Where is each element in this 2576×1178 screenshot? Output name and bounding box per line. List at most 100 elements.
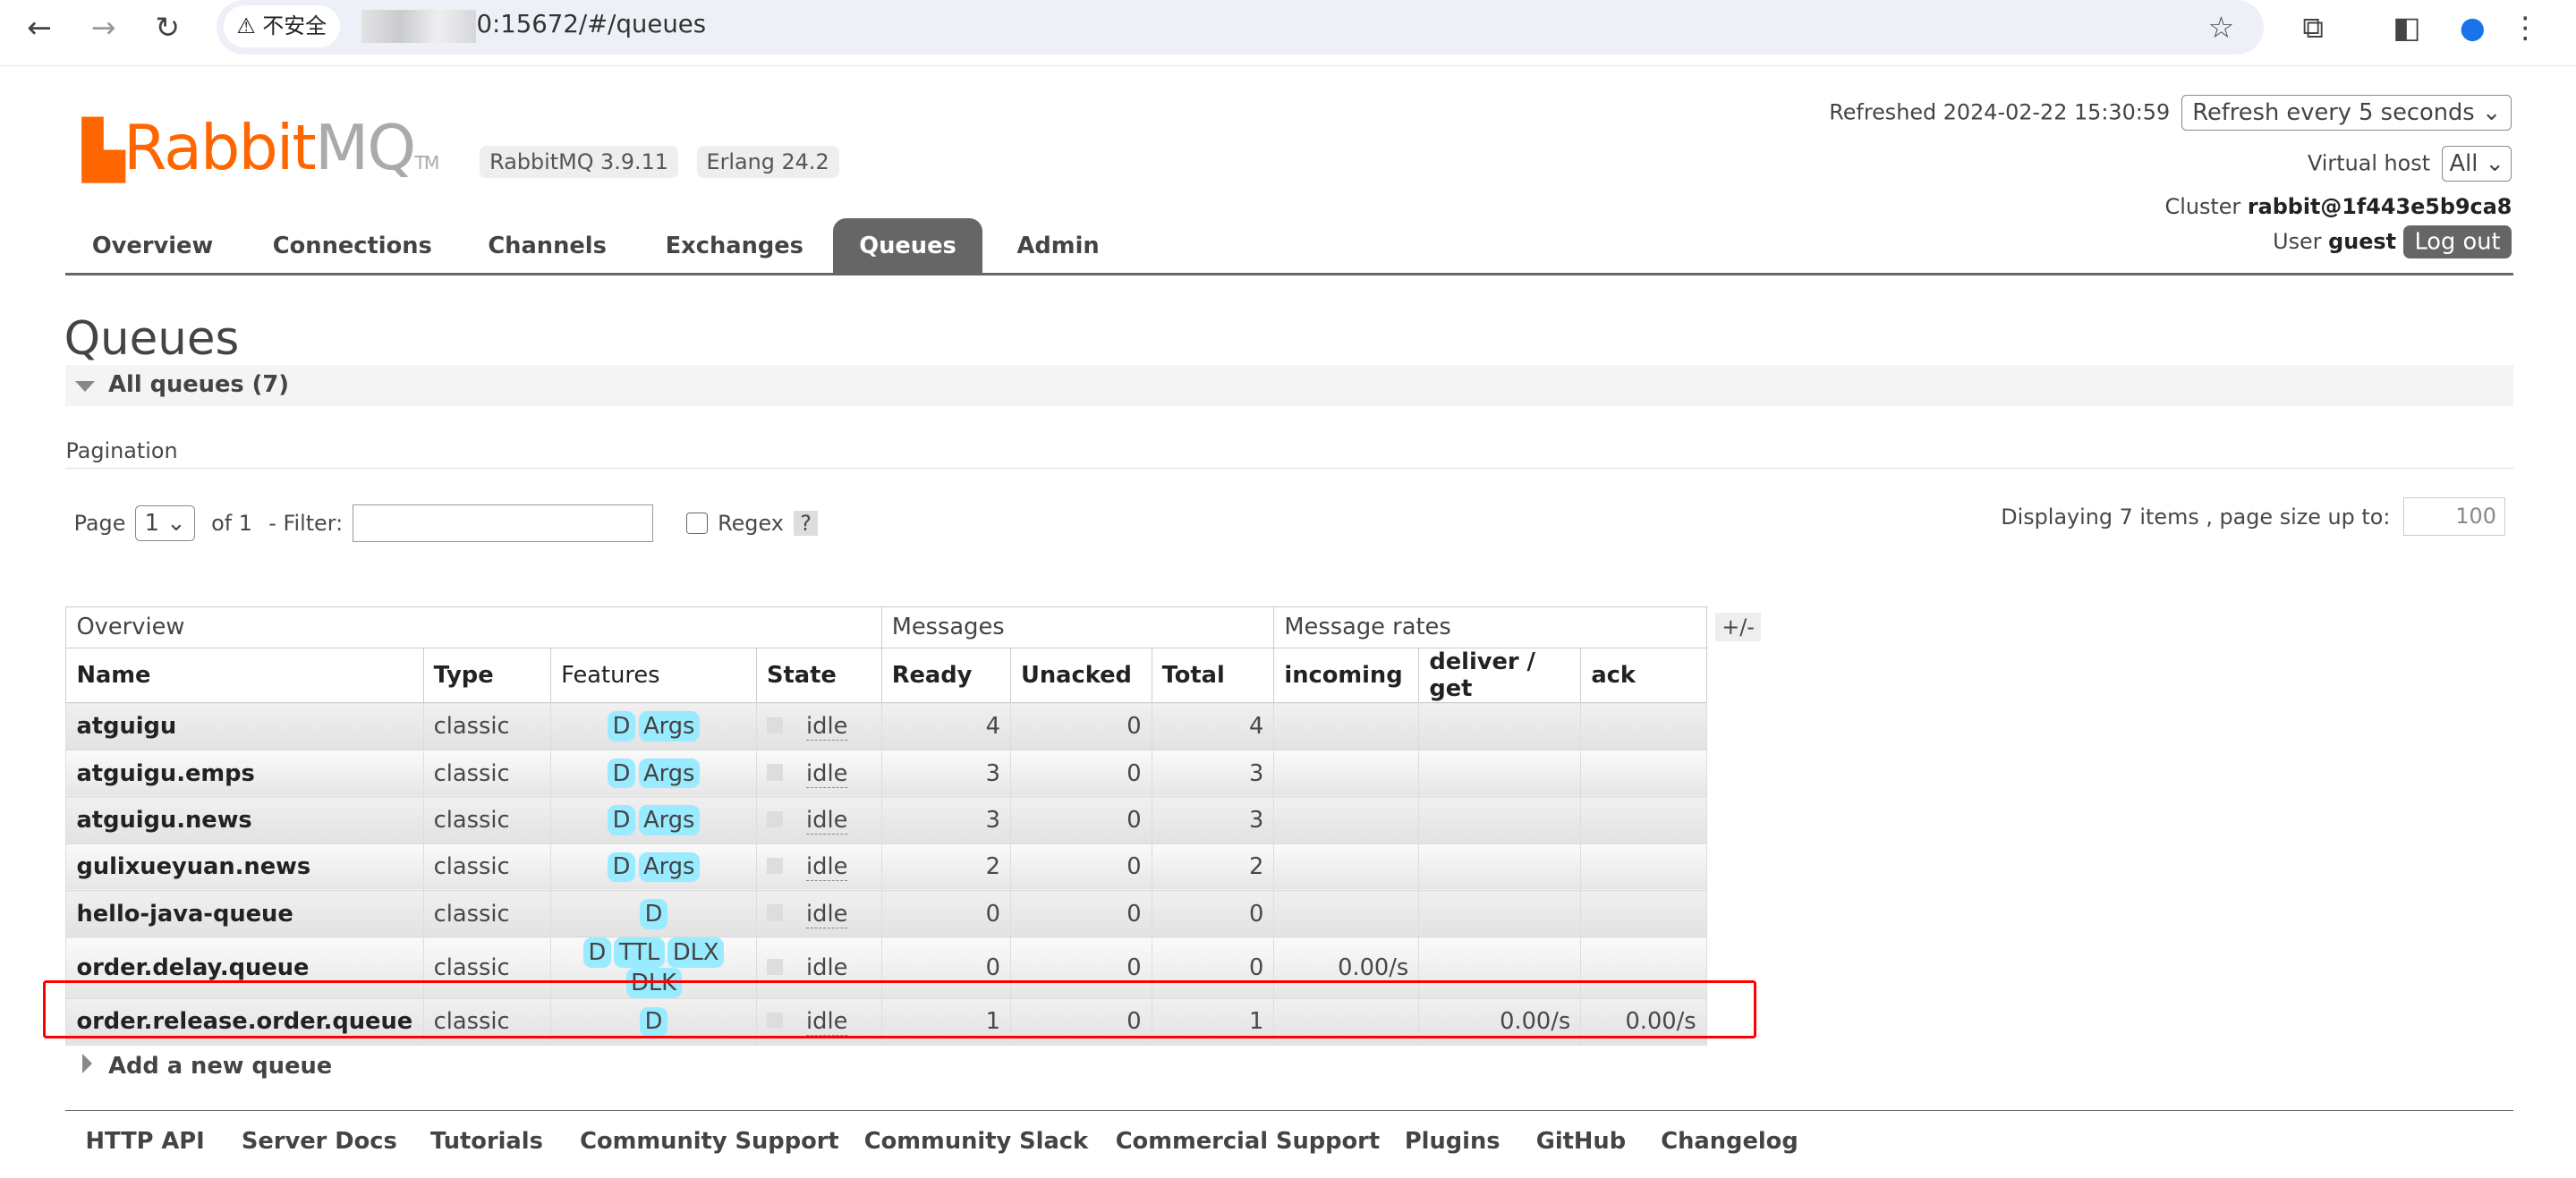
footer-link[interactable]: HTTP API (85, 1128, 204, 1155)
reload-icon[interactable]: ↻ (148, 10, 187, 45)
footer-link[interactable]: Community Support (580, 1128, 839, 1155)
unacked-count: 0 (1010, 702, 1152, 750)
tab-overview[interactable]: Overview (65, 218, 239, 273)
feature-tag[interactable]: D (608, 758, 635, 789)
footer-link[interactable]: Plugins (1405, 1128, 1501, 1155)
regex-help[interactable]: ? (793, 510, 819, 536)
feature-tag[interactable]: DLX (667, 937, 725, 969)
queue-name-link[interactable]: atguigu (65, 702, 424, 750)
column-header[interactable]: ack (1580, 648, 1707, 704)
total-count: 3 (1151, 749, 1275, 798)
security-chip[interactable]: ⚠ 不安全 (223, 4, 340, 48)
queue-name-link[interactable]: gulixueyuan.news (65, 843, 424, 892)
queue-type: classic (422, 749, 552, 798)
queue-name-link[interactable]: hello-java-queue (65, 890, 424, 938)
tab-exchanges[interactable]: Exchanges (639, 218, 829, 273)
state-indicator-icon (766, 857, 784, 875)
star-icon[interactable]: ☆ (2201, 10, 2240, 45)
deliver-rate (1418, 749, 1582, 798)
ack-rate (1580, 890, 1707, 938)
expand-icon (81, 1053, 92, 1073)
back-icon[interactable]: ← (20, 10, 59, 45)
column-header[interactable]: Features (550, 648, 757, 704)
table-row: hello-java-queue classic D idle 0 0 0 (65, 890, 1707, 938)
menu-icon[interactable]: ⋮ (2505, 10, 2545, 45)
queue-state: idle (755, 796, 882, 844)
footer-link[interactable]: Server Docs (242, 1128, 397, 1155)
footer-link[interactable]: GitHub (1536, 1128, 1626, 1155)
state-indicator-icon (766, 764, 784, 781)
feature-tag[interactable]: TTL (614, 937, 665, 969)
tab-connections[interactable]: Connections (246, 218, 458, 273)
unacked-count: 0 (1010, 749, 1152, 798)
vhost-select[interactable]: All ⌄ (2442, 146, 2512, 182)
column-header[interactable]: incoming (1273, 648, 1420, 704)
queue-state: idle (755, 843, 882, 892)
group-messages: Messages (880, 606, 1275, 649)
pagination-controls: Page 1 ⌄ of 1 - Filter: Regex ? (74, 504, 819, 543)
unacked-count: 0 (1010, 796, 1152, 844)
total-count: 2 (1151, 843, 1275, 892)
footer-link[interactable]: Changelog (1661, 1128, 1798, 1155)
page-select[interactable]: 1 ⌄ (135, 505, 195, 541)
feature-tag[interactable]: Args (638, 711, 700, 742)
forward-icon[interactable]: → (84, 10, 123, 45)
page-size-input[interactable]: 100 (2403, 497, 2506, 536)
column-header[interactable]: State (755, 648, 882, 704)
footer-link[interactable]: Tutorials (430, 1128, 543, 1155)
state-indicator-icon (766, 904, 784, 921)
state-indicator-icon (766, 716, 784, 734)
table-row: atguigu.news classic D Args idle 3 0 3 (65, 796, 1707, 844)
add-queue-toggle[interactable]: Add a new queue (65, 1053, 332, 1080)
rabbitmq-logo[interactable]: ▙RabbitMQTM (82, 112, 440, 184)
column-header[interactable]: Unacked (1010, 648, 1152, 704)
queue-features: D Args (550, 702, 757, 750)
page-size-area: Displaying 7 items , page size up to: 10… (2001, 497, 2506, 536)
feature-tag[interactable]: D (608, 805, 635, 835)
queue-name-link[interactable]: atguigu.emps (65, 749, 424, 798)
sidepanel-icon[interactable]: ◧ (2387, 10, 2427, 45)
feature-tag[interactable]: Args (638, 758, 700, 789)
all-queues-toggle[interactable]: All queues (7) (65, 364, 2514, 406)
ack-rate (1580, 702, 1707, 750)
ack-rate (1580, 843, 1707, 892)
refresh-select[interactable]: Refresh every 5 seconds ⌄ (2181, 95, 2512, 131)
feature-tag[interactable]: D (608, 852, 635, 883)
ready-count: 2 (880, 843, 1011, 892)
tab-queues[interactable]: Queues (832, 218, 983, 273)
extensions-icon[interactable]: ⧉ (2293, 10, 2333, 46)
column-header[interactable]: Ready (880, 648, 1011, 704)
columns-toggle-button[interactable]: +/- (1714, 612, 1762, 641)
incoming-rate (1273, 890, 1420, 938)
feature-tag[interactable]: D (583, 937, 611, 969)
feature-tag[interactable]: D (608, 711, 635, 742)
column-header[interactable]: Total (1151, 648, 1275, 704)
url-text[interactable]: 0:15672/#/queues (476, 10, 706, 38)
profile-icon[interactable]: ● (2453, 10, 2492, 45)
group-overview: Overview (65, 606, 882, 649)
column-header[interactable]: deliver / get (1418, 648, 1582, 704)
queue-type: classic (422, 702, 552, 750)
column-header[interactable]: Type (422, 648, 552, 704)
version-badge: RabbitMQ 3.9.11 (480, 146, 678, 178)
footer-link[interactable]: Community Slack (864, 1128, 1088, 1155)
feature-tag[interactable]: Args (638, 805, 700, 835)
redacted-host (361, 10, 477, 43)
tab-channels[interactable]: Channels (462, 218, 633, 273)
group-message-rates: Message rates (1273, 606, 1707, 649)
feature-tag[interactable]: D (640, 898, 667, 929)
queue-name-link[interactable]: atguigu.news (65, 796, 424, 844)
feature-tag[interactable]: Args (638, 852, 700, 883)
column-header[interactable]: Name (65, 648, 424, 704)
incoming-rate (1273, 702, 1420, 750)
unacked-count: 0 (1010, 843, 1152, 892)
queue-state: idle (755, 702, 882, 750)
regex-checkbox[interactable] (686, 512, 709, 534)
tab-admin[interactable]: Admin (990, 218, 1126, 273)
footer-divider (65, 1110, 2514, 1111)
cluster-info: Cluster rabbit@1f443e5b9ca8 (2164, 193, 2512, 219)
deliver-rate (1418, 796, 1582, 844)
filter-input[interactable] (353, 504, 654, 543)
queue-type: classic (422, 796, 552, 844)
footer-link[interactable]: Commercial Support (1116, 1128, 1380, 1155)
